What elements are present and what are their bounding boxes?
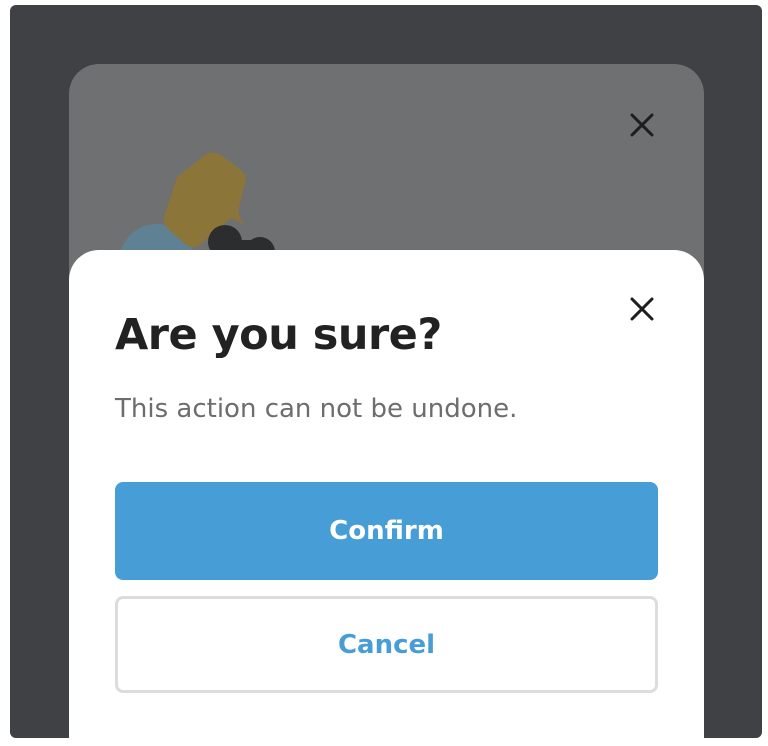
cancel-button-label: Cancel xyxy=(337,629,436,660)
dialog-title: Are you sure? xyxy=(115,310,442,360)
confirm-button[interactable]: Confirm xyxy=(115,482,658,580)
dialog-message: This action can not be undone. xyxy=(115,394,518,424)
close-icon xyxy=(630,297,654,321)
background-close-button[interactable] xyxy=(627,110,657,140)
close-icon xyxy=(630,113,654,137)
confirmation-dialog: Are you sure? This action can not be und… xyxy=(69,250,704,738)
dialog-close-button[interactable] xyxy=(627,294,657,324)
confirm-button-label: Confirm xyxy=(329,516,444,546)
chat-bubbles-icon xyxy=(119,152,275,262)
cancel-button[interactable]: Cancel xyxy=(115,596,658,693)
screen-overlay: Are you sure? This action can not be und… xyxy=(10,5,762,738)
